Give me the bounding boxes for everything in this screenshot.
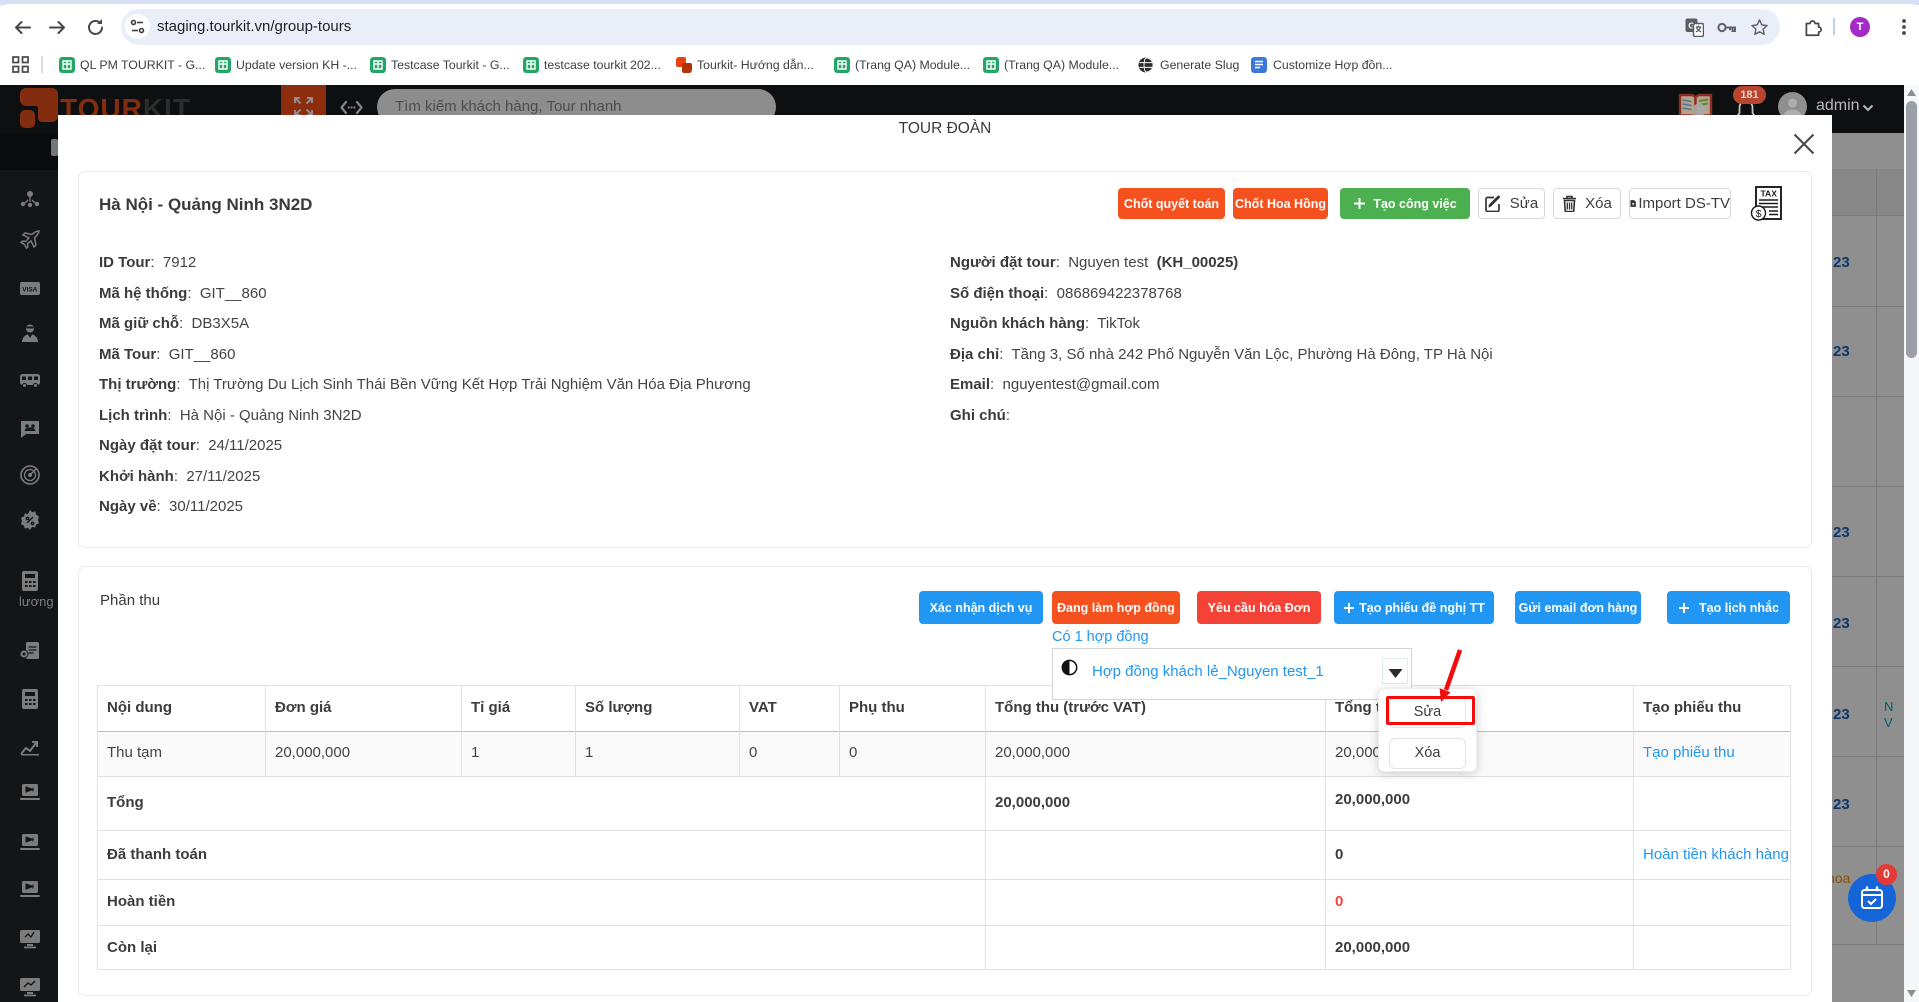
svg-text:$: $: [1756, 208, 1762, 220]
svg-text:TAX: TAX: [1761, 189, 1778, 199]
